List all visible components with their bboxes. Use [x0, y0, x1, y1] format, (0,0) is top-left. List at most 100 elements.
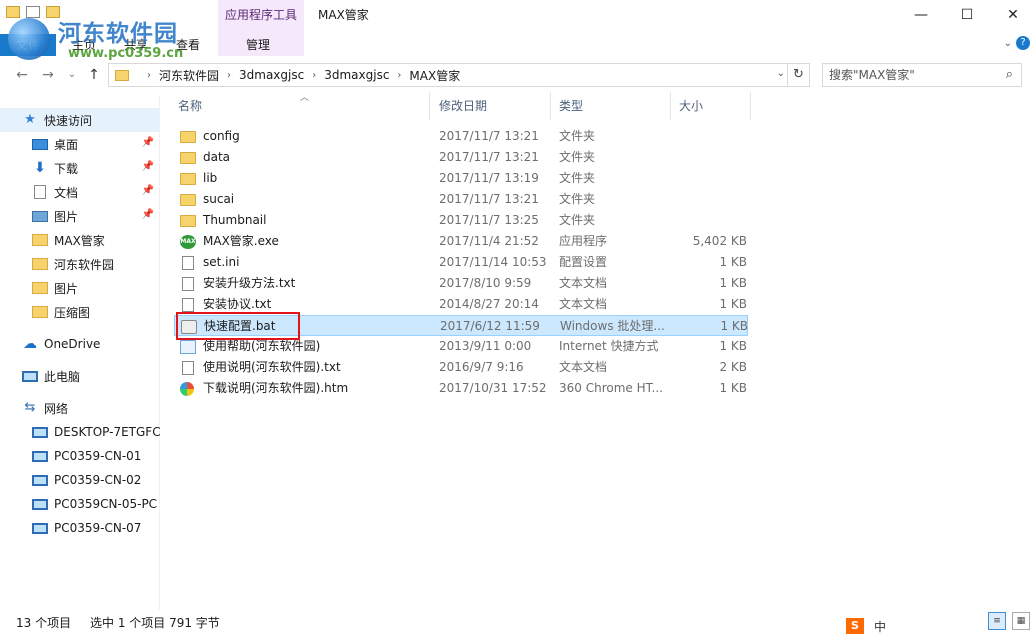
sidebar-item[interactable]: PC0359-CN-01	[0, 444, 160, 468]
file-size-cell: 2 KB	[719, 360, 747, 374]
watermark-title: 河东软件园	[58, 20, 178, 47]
back-icon[interactable]: ←	[12, 66, 32, 84]
sidebar-item[interactable]: DESKTOP-7ETGFC	[0, 420, 160, 444]
file-name-cell: lib	[180, 168, 435, 189]
sidebar-item[interactable]: 此电脑	[0, 364, 160, 388]
breadcrumb-item[interactable]: 河东软件园	[159, 67, 219, 84]
pin-icon[interactable]: 📌	[142, 161, 154, 172]
file-size-cell: 1 KB	[719, 255, 747, 269]
file-type-cell: Windows 批处理...	[560, 319, 665, 333]
pin-icon[interactable]: 📌	[142, 137, 154, 148]
file-size-cell: 1 KB	[719, 339, 747, 353]
file-size-cell: 5,402 KB	[692, 234, 747, 248]
sidebar-item[interactable]: PC0359-CN-02	[0, 468, 160, 492]
table-row[interactable]: 下载说明(河东软件园).htm 2017/10/31 17:52 360 Chrom…	[174, 378, 748, 399]
help-icon[interactable]: ?	[1016, 36, 1030, 50]
column-header-name[interactable]: ︿ 名称	[170, 92, 430, 120]
sidebar-item[interactable]: 文档 📌	[0, 180, 160, 204]
txt-file-icon	[182, 297, 194, 312]
sidebar-item[interactable]: ⬇ 下载 📌	[0, 156, 160, 180]
address-bar[interactable]: › 河东软件园 › 3dmaxgjsc › 3dmaxgjsc › MAX管家 …	[108, 63, 788, 87]
sidebar-item[interactable]: 图片 📌	[0, 204, 160, 228]
ini-file-icon	[182, 255, 194, 270]
file-name: data	[203, 150, 231, 164]
chevron-right-icon[interactable]: ›	[397, 70, 401, 81]
file-name: lib	[203, 171, 218, 185]
sidebar-item[interactable]: 桌面 📌	[0, 132, 160, 156]
table-row[interactable]: sucai 2017/11/7 13:21 文件夹	[174, 189, 748, 210]
sidebar-item[interactable]: PC0359CN-05-PC	[0, 492, 160, 516]
search-icon[interactable]: ⌕	[1006, 64, 1013, 86]
file-name-cell: 下载说明(河东软件园).htm	[180, 378, 435, 399]
sidebar-item[interactable]: 压缩图	[0, 300, 160, 324]
chevron-right-icon[interactable]: ›	[147, 70, 151, 81]
table-row[interactable]: MAX MAX管家.exe 2017/11/4 21:52 应用程序 5,402 KB	[174, 231, 748, 252]
column-header-size[interactable]: 大小	[671, 92, 751, 120]
chevron-right-icon[interactable]: ›	[227, 70, 231, 81]
sidebar-item-label: 压缩图	[54, 305, 91, 320]
recent-locations-icon[interactable]: ⌄	[62, 66, 82, 84]
table-row[interactable]: config 2017/11/7 13:21 文件夹	[174, 126, 748, 147]
document-icon	[34, 185, 46, 199]
sidebar-item-label: 桌面	[54, 137, 79, 152]
file-date-cell: 2017/11/7 13:21	[439, 150, 539, 164]
sidebar-item[interactable]: PC0359-CN-07	[0, 516, 160, 540]
minimize-button[interactable]: —	[898, 0, 944, 30]
sidebar-item[interactable]: 图片	[0, 276, 160, 300]
tab-manage[interactable]: 管理	[236, 34, 280, 56]
close-button[interactable]: ✕	[990, 0, 1036, 30]
file-size-cell	[677, 168, 747, 189]
sidebar-item[interactable]: ☁ OneDrive	[0, 332, 160, 356]
column-header-date[interactable]: 修改日期	[431, 92, 551, 120]
table-row[interactable]: lib 2017/11/7 13:19 文件夹	[174, 168, 748, 189]
table-row[interactable]: Thumbnail 2017/11/7 13:25 文件夹	[174, 210, 748, 231]
file-date-cell: 2017/8/10 9:59	[439, 276, 532, 290]
table-row[interactable]: set.ini 2017/11/14 10:53 配置设置 1 KB	[174, 252, 748, 273]
table-row[interactable]: 使用说明(河东软件园).txt 2016/9/7 9:16 文本文档 2 KB	[174, 357, 748, 378]
sidebar-item-label: 图片	[54, 281, 79, 296]
file-type-cell: Internet 快捷方式	[559, 339, 659, 353]
ime-icon[interactable]: S	[846, 618, 864, 634]
system-tray: S 中	[846, 618, 1036, 634]
sidebar-item-label: 图片	[54, 209, 79, 224]
pin-icon[interactable]: 📌	[142, 209, 154, 220]
watermark-logo: 河东软件园 www.pc0359.cn	[0, 0, 220, 66]
sidebar-item-label: 此电脑	[44, 369, 81, 384]
sidebar-item-label: OneDrive	[44, 337, 101, 351]
file-name: 使用说明(河东软件园).txt	[203, 360, 341, 374]
table-row[interactable]: data 2017/11/7 13:21 文件夹	[174, 147, 748, 168]
sidebar-item[interactable]: MAX管家	[0, 228, 160, 252]
file-date-cell: 2017/11/7 13:21	[439, 192, 539, 206]
pin-icon[interactable]: 📌	[142, 185, 154, 196]
computer-icon	[32, 474, 48, 486]
file-name-cell: 安装升级方法.txt	[180, 273, 435, 294]
chevron-right-icon[interactable]: ›	[312, 70, 316, 81]
sidebar-item[interactable]: 河东软件园	[0, 252, 160, 276]
sidebar-item[interactable]: ⇆ 网络	[0, 396, 160, 420]
file-name: 下载说明(河东软件园).htm	[203, 381, 349, 395]
input-language[interactable]: 中	[874, 618, 886, 634]
sidebar-item-label: 网络	[44, 401, 69, 416]
file-date-cell: 2017/10/31 17:52	[439, 381, 547, 395]
refresh-icon[interactable]: ↻	[788, 63, 810, 87]
up-icon[interactable]: ↑	[84, 66, 104, 84]
maximize-button[interactable]: ☐	[944, 0, 990, 30]
file-name-cell: MAX MAX管家.exe	[180, 231, 435, 252]
sidebar-item-label: 文档	[54, 185, 79, 200]
forward-icon[interactable]: →	[38, 66, 58, 84]
status-item-count: 13 个项目	[16, 616, 72, 630]
breadcrumb-item[interactable]: 3dmaxgjsc	[324, 68, 389, 82]
expand-ribbon-icon[interactable]: ⌄	[1004, 38, 1012, 49]
chevron-down-icon[interactable]: ⌄	[777, 68, 785, 79]
table-row[interactable]: 安装升级方法.txt 2017/8/10 9:59 文本文档 1 KB	[174, 273, 748, 294]
column-header-type[interactable]: 类型	[551, 92, 671, 120]
search-box[interactable]: 搜索"MAX管家" ⌕	[822, 63, 1022, 87]
file-size-cell: 1 KB	[720, 319, 748, 333]
sidebar-item[interactable]: ★ 快速访问	[0, 108, 160, 132]
file-name: set.ini	[203, 255, 240, 269]
search-placeholder: 搜索"MAX管家"	[829, 68, 915, 82]
file-size-cell	[677, 126, 747, 147]
breadcrumb-item[interactable]: MAX管家	[409, 67, 460, 84]
star-icon: ★	[24, 112, 36, 127]
breadcrumb-item[interactable]: 3dmaxgjsc	[239, 68, 304, 82]
